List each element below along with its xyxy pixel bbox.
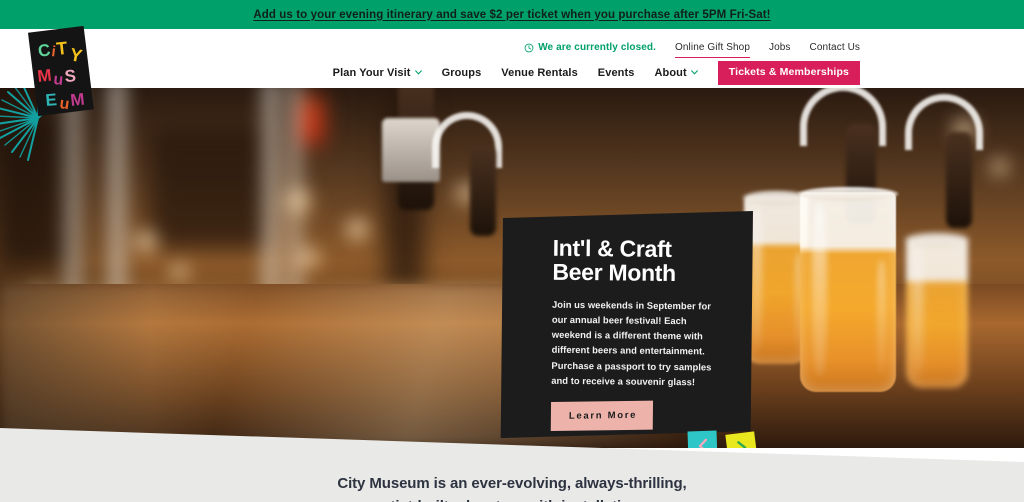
utility-link-jobs[interactable]: Jobs (769, 42, 791, 53)
learn-more-button[interactable]: Learn More (550, 400, 654, 432)
hero-slide-body: Join us weekends in September for our an… (551, 298, 712, 388)
beer-glass-back (742, 191, 810, 364)
nav-item-venue-rentals[interactable]: Venue Rentals (501, 67, 578, 79)
promo-banner: Add us to your evening itinerary and sav… (0, 0, 1024, 29)
svg-text:T: T (55, 38, 68, 59)
intro-line-1: City Museum is an ever-evolving, always-… (337, 475, 687, 492)
beer-glass-front (798, 187, 898, 392)
hero-slide-card: Int'l & Craft Beer Month Join us weekend… (500, 211, 753, 439)
main-nav: Plan Your Visit Groups Venue Rentals Eve… (333, 61, 860, 85)
nav-item-groups[interactable]: Groups (442, 67, 482, 79)
nav-item-label: Groups (441, 66, 482, 79)
status-text: We are currently closed. (538, 42, 657, 53)
svg-text:S: S (64, 66, 77, 86)
chevron-left-icon (698, 438, 707, 448)
site-header: We are currently closed. Online Gift Sho… (0, 29, 1024, 88)
promo-banner-link[interactable]: Add us to your evening itinerary and sav… (253, 9, 770, 21)
intro-paragraph: City Museum is an ever-evolving, always-… (0, 472, 1024, 502)
tickets-memberships-button[interactable]: Tickets & Memberships (717, 61, 860, 85)
hero-slide-title: Int'l & Craft Beer Month (552, 234, 728, 287)
nav-item-label: About (654, 66, 687, 79)
status-badge: We are currently closed. (524, 42, 656, 53)
chevron-down-icon (414, 70, 422, 75)
hero-carousel: Int'l & Craft Beer Month Join us weekend… (0, 88, 1024, 448)
page-root: Add us to your evening itinerary and sav… (0, 0, 1024, 502)
nav-item-plan-your-visit[interactable]: Plan Your Visit (333, 67, 422, 79)
nav-item-about[interactable]: About (654, 66, 698, 79)
intro-line-2: artist-built adventure with installation… (0, 495, 1024, 502)
nav-item-events[interactable]: Events (598, 67, 635, 79)
clock-icon (524, 43, 534, 52)
chevron-right-icon (736, 440, 746, 448)
hero-title-line-1: Int'l & Craft (552, 234, 672, 262)
svg-text:M: M (69, 90, 85, 110)
utility-link-contact-us[interactable]: Contact Us (810, 42, 860, 53)
utility-link-online-gift-shop[interactable]: Online Gift Shop (675, 42, 750, 58)
chevron-down-icon (690, 70, 698, 75)
nav-item-label: Venue Rentals (501, 66, 578, 79)
logo-mark-icon: C i T Y M u S E u M (27, 26, 94, 117)
city-museum-logo[interactable]: C i T Y M u S E u M (24, 26, 98, 118)
beer-glass-far (904, 233, 970, 388)
nav-item-label: Plan Your Visit (332, 66, 411, 79)
svg-text:u: u (53, 71, 65, 89)
utility-nav: We are currently closed. Online Gift Sho… (524, 42, 860, 58)
svg-text:M: M (36, 66, 52, 86)
carousel-prev-button[interactable] (687, 430, 718, 448)
hero-title-line-2: Beer Month (552, 259, 677, 287)
svg-text:E: E (45, 90, 58, 110)
carousel-next-button[interactable] (725, 431, 758, 448)
nav-item-label: Events (597, 66, 635, 79)
